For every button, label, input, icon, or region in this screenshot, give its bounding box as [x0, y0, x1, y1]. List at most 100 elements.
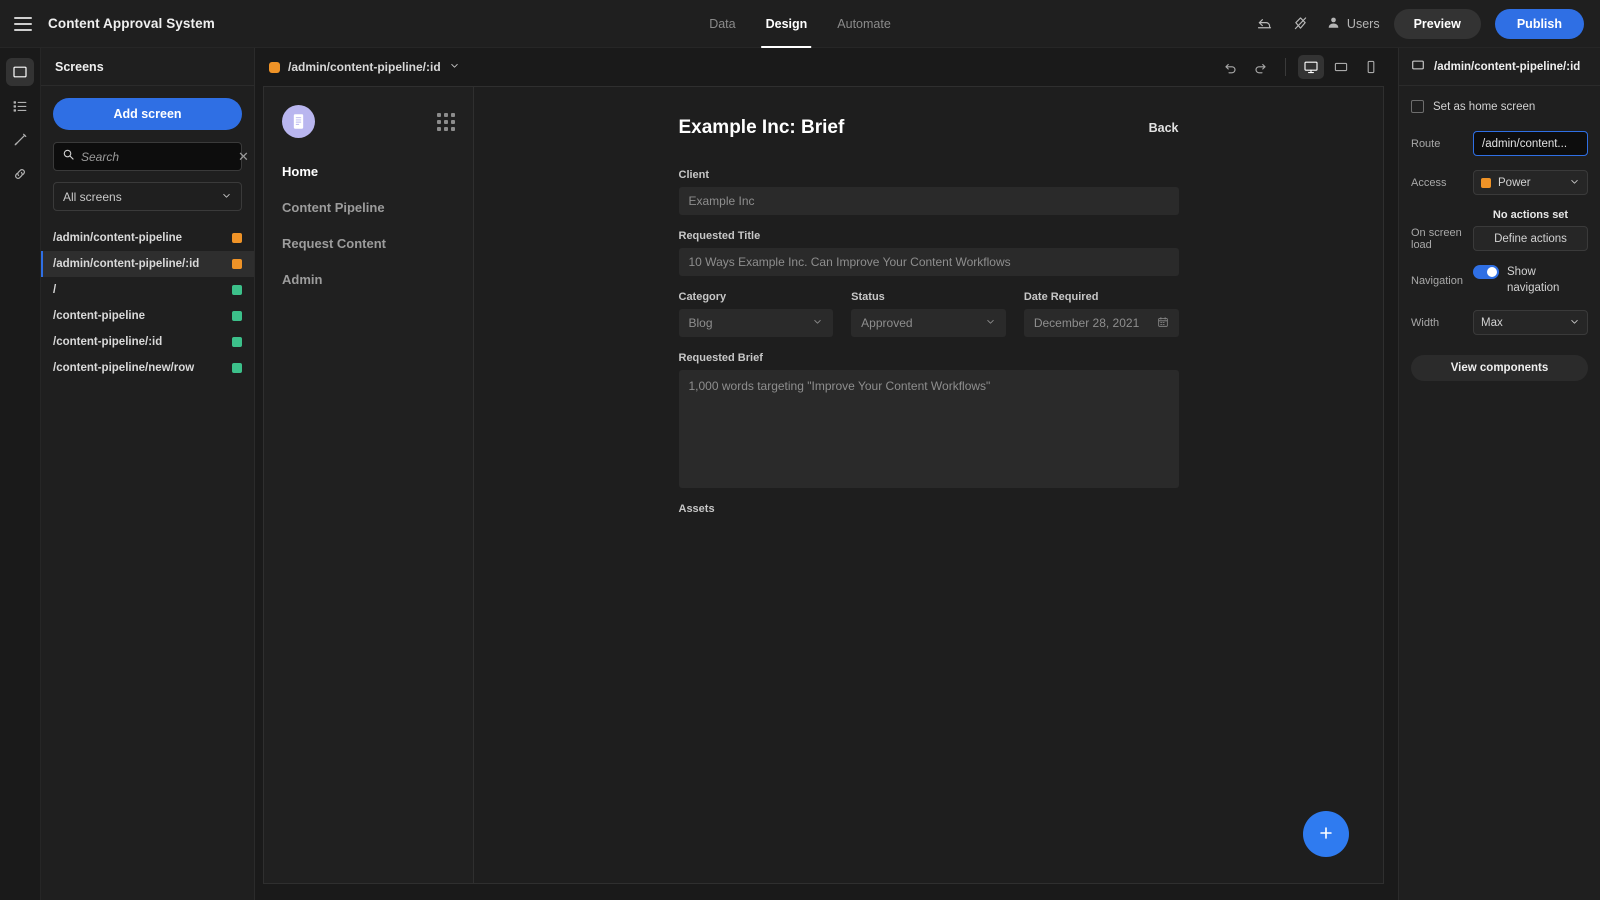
search-input[interactable]: [81, 149, 238, 164]
mobile-icon[interactable]: [1358, 55, 1384, 79]
app-root: Content Approval System Data Design Auto…: [0, 0, 1600, 900]
undo-icon[interactable]: [1217, 55, 1243, 79]
list-item[interactable]: /content-pipeline: [41, 303, 254, 329]
canvas-route-label: /admin/content-pipeline/:id: [288, 60, 441, 74]
requested-title-field-group: Requested Title 10 Ways Example Inc. Can…: [678, 230, 1179, 276]
meta-field-row: Category Blog Status Approved Date Requi…: [678, 291, 1179, 337]
list-item[interactable]: /admin/content-pipeline: [41, 225, 254, 251]
route-input[interactable]: /admin/content...: [1473, 131, 1588, 156]
list-item[interactable]: /: [41, 277, 254, 303]
calendar-icon[interactable]: [1157, 316, 1169, 331]
link-icon[interactable]: [6, 160, 34, 188]
date-required-input[interactable]: December 28, 2021: [1023, 309, 1179, 337]
client-field-group: Client Example Inc: [678, 169, 1179, 215]
status-badge: [232, 337, 242, 347]
screen-route-label: /admin/content-pipeline: [53, 232, 183, 244]
width-value: Max: [1481, 316, 1503, 329]
screen-route-label: /: [53, 284, 57, 296]
tab-automate[interactable]: Automate: [837, 0, 891, 48]
view-components-button[interactable]: View components: [1411, 355, 1588, 382]
access-label: Access: [1411, 176, 1447, 189]
requested-brief-field-group: Requested Brief 1,000 words targeting "I…: [678, 352, 1179, 488]
status-badge: [232, 259, 242, 269]
screens-filter-select[interactable]: All screens: [53, 182, 242, 211]
back-button[interactable]: Back: [1149, 121, 1179, 135]
user-icon: [1326, 15, 1341, 33]
preview-nav-links: Home Content Pipeline Request Content Ad…: [282, 164, 455, 287]
preview-button[interactable]: Preview: [1393, 8, 1481, 39]
status-value: Approved: [861, 316, 913, 330]
screens-icon[interactable]: [6, 58, 34, 86]
access-row: Access Power: [1411, 170, 1588, 195]
chevron-down-icon: [985, 316, 996, 330]
screen-route-label: /content-pipeline/:id: [53, 336, 163, 348]
canvas-toolbar: /admin/content-pipeline/:id: [255, 48, 1398, 86]
main-body: Screens Add screen ✕ All screens: [0, 48, 1600, 900]
access-select[interactable]: Power: [1473, 170, 1588, 195]
nav-link-home[interactable]: Home: [282, 164, 455, 179]
redo-icon[interactable]: [1247, 55, 1273, 79]
category-label: Category: [678, 291, 727, 303]
screens-panel: Screens Add screen ✕ All screens: [41, 48, 255, 900]
add-component-fab[interactable]: [1303, 811, 1349, 857]
screen-preview-canvas: Home Content Pipeline Request Content Ad…: [263, 86, 1384, 884]
grid-handle-icon[interactable]: [437, 113, 455, 131]
width-select[interactable]: Max: [1473, 310, 1588, 336]
navigation-label: Navigation: [1411, 274, 1463, 287]
screen-icon: [1411, 58, 1425, 75]
status-badge: [232, 363, 242, 373]
navigation-row: Navigation Show navigation: [1411, 265, 1588, 296]
left-icon-rail: [0, 48, 41, 900]
publish-button[interactable]: Publish: [1494, 8, 1584, 39]
page-title: Content Approval System: [48, 16, 215, 31]
nav-link-content-pipeline[interactable]: Content Pipeline: [282, 200, 455, 215]
route-label: Route: [1411, 137, 1441, 150]
tab-data[interactable]: Data: [709, 0, 735, 48]
canvas-route-selector[interactable]: /admin/content-pipeline/:id: [269, 60, 460, 74]
toolbar-divider: [1285, 58, 1286, 76]
brush-icon[interactable]: [6, 126, 34, 154]
revert-slash-icon[interactable]: [1290, 13, 1312, 35]
screen-route-label: /admin/content-pipeline/:id: [53, 258, 200, 270]
hamburger-icon[interactable]: [14, 16, 32, 31]
category-select[interactable]: Blog: [678, 309, 834, 337]
define-actions-button[interactable]: Define actions: [1473, 226, 1588, 251]
screen-route-label: /content-pipeline/new/row: [53, 362, 195, 374]
settings-title: /admin/content-pipeline/:id: [1434, 60, 1581, 73]
status-select[interactable]: Approved: [851, 309, 1006, 337]
list-item[interactable]: /content-pipeline/new/row: [41, 355, 254, 381]
status-field-group: Status Approved: [851, 291, 1006, 337]
list-item[interactable]: /admin/content-pipeline/:id: [41, 251, 254, 277]
close-icon[interactable]: ✕: [238, 150, 249, 163]
tab-design[interactable]: Design: [761, 0, 811, 48]
add-screen-button[interactable]: Add screen: [53, 98, 242, 130]
preview-nav-header: [282, 105, 455, 138]
canvas-toolbar-actions: [1217, 55, 1384, 79]
screen-settings-panel: /admin/content-pipeline/:id Set as home …: [1398, 48, 1600, 900]
search-field[interactable]: ✕: [53, 142, 249, 171]
preview-main: Example Inc: Brief Back Client Example I…: [474, 87, 1383, 883]
settings-body: Set as home screen Route /admin/content.…: [1399, 86, 1600, 395]
undo-icon[interactable]: [1254, 13, 1276, 35]
set-home-screen-checkbox[interactable]: [1411, 100, 1424, 113]
list-icon[interactable]: [6, 92, 34, 120]
nav-link-admin[interactable]: Admin: [282, 272, 455, 287]
screens-list: /admin/content-pipeline /admin/content-p…: [41, 225, 254, 381]
tablet-icon[interactable]: [1328, 55, 1354, 79]
show-navigation-toggle[interactable]: [1473, 265, 1499, 279]
set-home-screen-label: Set as home screen: [1433, 100, 1536, 113]
status-badge: [1481, 177, 1491, 188]
desktop-icon[interactable]: [1298, 55, 1324, 79]
client-input[interactable]: Example Inc: [678, 187, 1179, 215]
requested-brief-textarea[interactable]: 1,000 words targeting "Improve Your Cont…: [678, 370, 1179, 488]
requested-title-input[interactable]: 10 Ways Example Inc. Can Improve Your Co…: [678, 248, 1179, 276]
form-header: Example Inc: Brief Back: [679, 117, 1179, 139]
users-button[interactable]: Users: [1326, 15, 1380, 33]
status-label: Status: [851, 291, 885, 303]
set-home-screen-row[interactable]: Set as home screen: [1411, 100, 1588, 113]
brief-form: Example Inc: Brief Back Client Example I…: [678, 117, 1179, 515]
date-required-label: Date Required: [1023, 291, 1099, 303]
list-item[interactable]: /content-pipeline/:id: [41, 329, 254, 355]
on-screen-load-label: On screen load: [1411, 226, 1462, 251]
nav-link-request-content[interactable]: Request Content: [282, 236, 455, 251]
